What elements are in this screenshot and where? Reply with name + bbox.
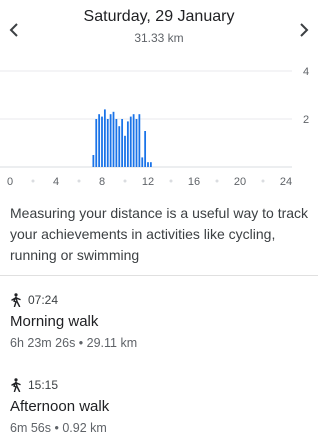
activity-name: Afternoon walk <box>10 398 110 415</box>
x-tick-dot <box>31 179 35 183</box>
x-tick-dot <box>261 179 265 183</box>
x-tick-dot <box>77 179 81 183</box>
bar <box>135 119 138 167</box>
bar <box>118 126 121 167</box>
bar <box>121 119 124 167</box>
bar <box>98 114 101 167</box>
bar <box>138 114 141 167</box>
x-tick-label: 0 <box>7 176 13 188</box>
x-tick-label: 8 <box>99 176 105 188</box>
bar <box>147 162 149 167</box>
bar <box>95 119 98 167</box>
bar <box>141 157 144 167</box>
bar <box>101 116 103 167</box>
day-header: Saturday, 29 January 31.33 km <box>0 0 318 52</box>
y-tick-label: 2 <box>303 114 309 126</box>
bar <box>92 155 95 167</box>
x-tick-label: 12 <box>142 176 154 188</box>
description-text: Measuring your distance is a useful way … <box>10 205 309 263</box>
activity-time: 15:15 <box>28 378 59 392</box>
bar <box>112 111 115 167</box>
bar <box>126 121 129 167</box>
x-tick-label: 20 <box>234 176 246 188</box>
activity-item[interactable]: 07:24 Morning walk 6h 23m 26s • 29.11 km <box>10 292 310 350</box>
bar <box>132 114 135 167</box>
walking-icon <box>11 293 21 307</box>
bar <box>115 119 118 167</box>
bar <box>124 135 126 167</box>
x-tick-dot <box>215 179 219 183</box>
bar <box>106 119 109 167</box>
chevron-right-icon <box>300 23 309 37</box>
activity-time: 07:24 <box>28 293 59 307</box>
x-tick-dot <box>169 179 173 183</box>
walking-icon <box>11 378 21 392</box>
bar <box>144 131 147 167</box>
bar <box>129 116 132 167</box>
next-day-button[interactable] <box>292 18 316 42</box>
x-tick-label: 16 <box>188 176 200 188</box>
bar <box>103 109 106 167</box>
x-tick-label: 24 <box>280 176 292 188</box>
activity-item[interactable]: 15:15 Afternoon walk 6m 56s • 0.92 km <box>10 377 310 435</box>
divider <box>0 275 318 276</box>
x-tick-dot <box>123 179 127 183</box>
x-tick-label: 4 <box>53 176 59 188</box>
total-distance: 31.33 km <box>134 31 184 45</box>
activity-stats: 6m 56s • 0.92 km <box>10 421 107 435</box>
activity-stats: 6h 23m 26s • 29.11 km <box>10 336 138 350</box>
page-title: Saturday, 29 January <box>83 8 235 25</box>
distance-chart: 240 4 8 12 16 20 24 <box>0 66 309 188</box>
activity-name: Morning walk <box>10 313 99 330</box>
bar <box>109 114 112 167</box>
y-tick-label: 4 <box>303 66 309 78</box>
bar <box>149 162 152 167</box>
